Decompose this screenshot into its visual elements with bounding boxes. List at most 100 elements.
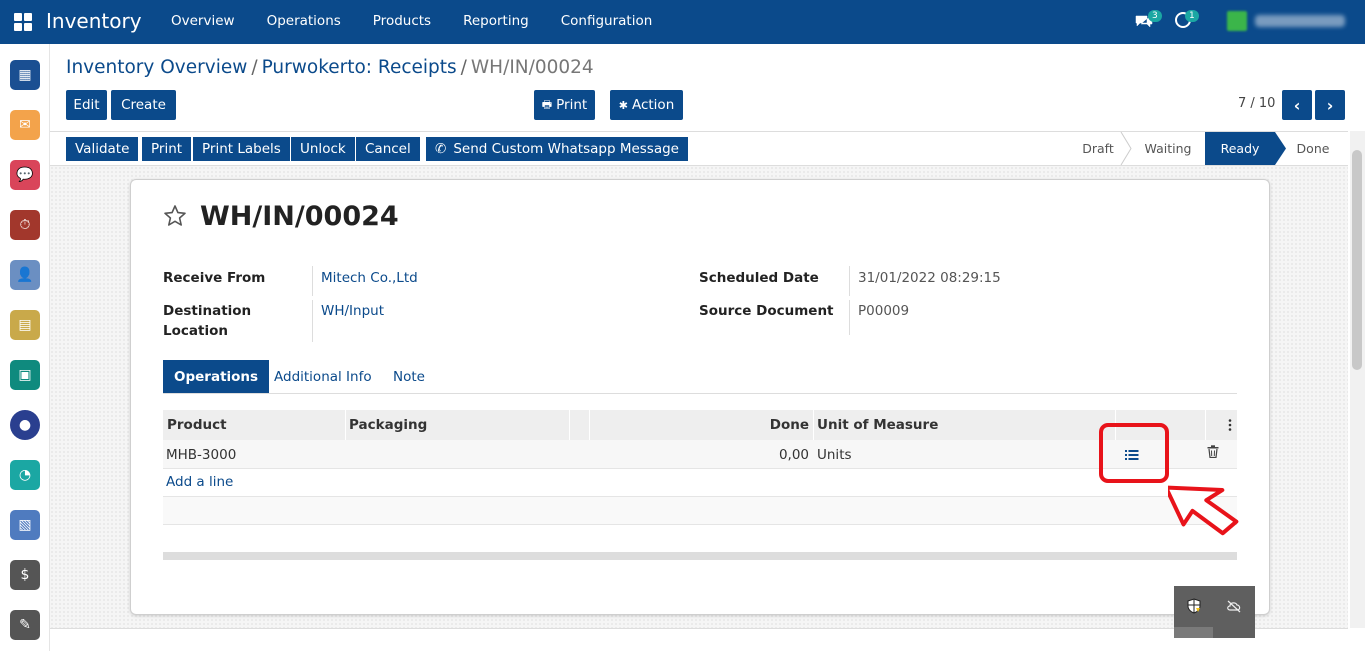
print-labels-button[interactable]: Print Labels [193,137,290,161]
destination-label-line-1: Destination [163,303,252,319]
source-document-value: P00009 [858,303,910,319]
column-header-packaging[interactable]: Packaging [349,410,427,440]
menu-reporting[interactable]: Reporting [463,13,529,29]
activities-badge: 1 [1185,10,1199,22]
column-divider [813,410,814,440]
dashboard-gauge-app-icon[interactable]: ◔ [10,460,40,490]
delete-trash-icon[interactable] [1207,445,1219,458]
source-document-label: Source Document [699,303,834,319]
app-name[interactable]: Inventory [46,9,142,33]
stage-separator-icon [1120,132,1132,165]
row-unit-of-measure[interactable]: Units [817,440,852,469]
table-horizontal-scrollbar[interactable] [163,552,1237,560]
add-a-line-link[interactable]: Add a line [166,474,233,490]
column-header-product[interactable]: Product [167,410,227,440]
action-dropdown-button[interactable]: ✱ Action [610,90,683,120]
notes-app-icon[interactable]: ✎ [10,610,40,640]
breadcrumb-current: WH/IN/00024 [470,57,594,78]
print-dropdown-button[interactable]: 🖶 Print [534,90,595,120]
mail-app-icon[interactable]: ✉ [10,110,40,140]
column-divider [345,410,346,440]
main-menu: Overview Operations Products Reporting C… [171,13,684,29]
field-divider [849,300,850,335]
presentation-app-icon[interactable]: ▣ [10,360,40,390]
optional-columns-kebab-icon[interactable] [1228,419,1232,431]
record-title: WH/IN/00024 [200,201,399,232]
menu-configuration[interactable]: Configuration [561,13,653,29]
attendance-app-icon[interactable]: 👤 [10,260,40,290]
send-whatsapp-label: Send Custom Whatsapp Message [453,141,679,157]
breadcrumb: Inventory Overview / Purwokerto: Receipts /… [66,57,594,78]
empty-table-row [163,496,1237,525]
destination-location-value[interactable]: WH/Input [321,301,384,321]
user-avatar[interactable] [1227,11,1247,31]
messages-badge: 3 [1148,10,1162,22]
pager-counter[interactable]: 7 / 10 [1238,96,1275,111]
send-whatsapp-button[interactable]: ✆ Send Custom Whatsapp Message [426,137,688,161]
discuss-app-icon[interactable]: 💬 [10,160,40,190]
edit-button[interactable]: Edit [66,90,107,120]
system-tray-highlight [1174,627,1213,638]
receive-from-value[interactable]: Mitech Co.,Ltd [321,268,418,288]
tab-note[interactable]: Note [382,360,436,393]
dashboard-app-icon[interactable]: ▦ [10,60,40,90]
row-product[interactable]: MHB-3000 [166,440,236,469]
menu-overview[interactable]: Overview [171,13,235,29]
column-divider [569,410,570,440]
destination-label-line-2: Location [163,323,228,339]
apps-menu-icon[interactable] [14,13,32,31]
print-icon: 🖶 [541,97,553,111]
inventory-app-icon[interactable]: ▧ [10,510,40,540]
tab-operations[interactable]: Operations [163,360,270,393]
column-divider [1205,410,1206,440]
app-sidebar: ▦ ✉ 💬 ⏱ 👤 ▤ ▣ ● ◔ ▧ $ ✎ [0,44,50,651]
cloud-offline-icon[interactable] [1226,599,1242,613]
row-done[interactable]: 0,00 [593,440,809,469]
column-header-unit-of-measure[interactable]: Unit of Measure [817,410,938,440]
print-dropdown-label: Print [556,97,588,113]
payroll-app-icon[interactable]: $ [10,560,40,590]
validate-button[interactable]: Validate [66,137,139,161]
pointer-arrow-icon [1168,485,1239,536]
user-name-blurred[interactable] [1255,15,1345,27]
stage-done[interactable]: Done [1286,132,1340,165]
favorite-star-icon[interactable] [163,204,187,228]
stage-waiting[interactable]: Waiting [1132,132,1204,165]
pager-next-button[interactable]: › [1315,90,1345,120]
form-statusbar: Validate Print Print Labels Unlock Cance… [50,131,1348,166]
field-divider [312,266,313,296]
breadcrumb-inventory-overview[interactable]: Inventory Overview [66,57,247,78]
warranty-app-icon[interactable]: ● [10,410,40,440]
breadcrumb-receipts[interactable]: Purwokerto: Receipts [262,57,457,78]
unlock-button[interactable]: Unlock [291,137,355,161]
page-scrollbar-thumb[interactable] [1352,150,1362,370]
column-divider [589,410,590,440]
timer-app-icon[interactable]: ⏱ [10,210,40,240]
bottom-divider [50,628,1348,629]
field-divider [849,266,850,296]
cancel-button[interactable]: Cancel [356,137,420,161]
table-row[interactable]: MHB-3000 0,00 Units [163,440,1237,469]
stage-ready[interactable]: Ready [1205,132,1275,165]
print-button[interactable]: Print [142,137,192,161]
top-navbar: Inventory Overview Operations Products R… [0,0,1365,44]
scheduled-date-label: Scheduled Date [699,270,819,286]
destination-location-label: Destination Location [163,301,251,341]
action-dropdown-label: Action [631,97,675,113]
gear-icon: ✱ [618,98,628,112]
whatsapp-icon: ✆ [435,141,447,157]
column-header-done[interactable]: Done [593,410,809,440]
stage-draft[interactable]: Draft [1070,132,1126,165]
security-shield-icon[interactable] [1186,598,1202,614]
tab-additional-info[interactable]: Additional Info [263,360,383,393]
create-button[interactable]: Create [111,90,176,120]
pager-previous-button[interactable]: ‹ [1282,90,1312,120]
receive-from-label: Receive From [163,270,266,286]
highlight-box [1099,423,1169,483]
calendar-app-icon[interactable]: ▤ [10,310,40,340]
menu-products[interactable]: Products [373,13,431,29]
menu-operations[interactable]: Operations [267,13,341,29]
form-sheet [130,179,1270,615]
chevron-left-icon: ‹ [1293,95,1301,115]
field-divider [312,300,313,342]
